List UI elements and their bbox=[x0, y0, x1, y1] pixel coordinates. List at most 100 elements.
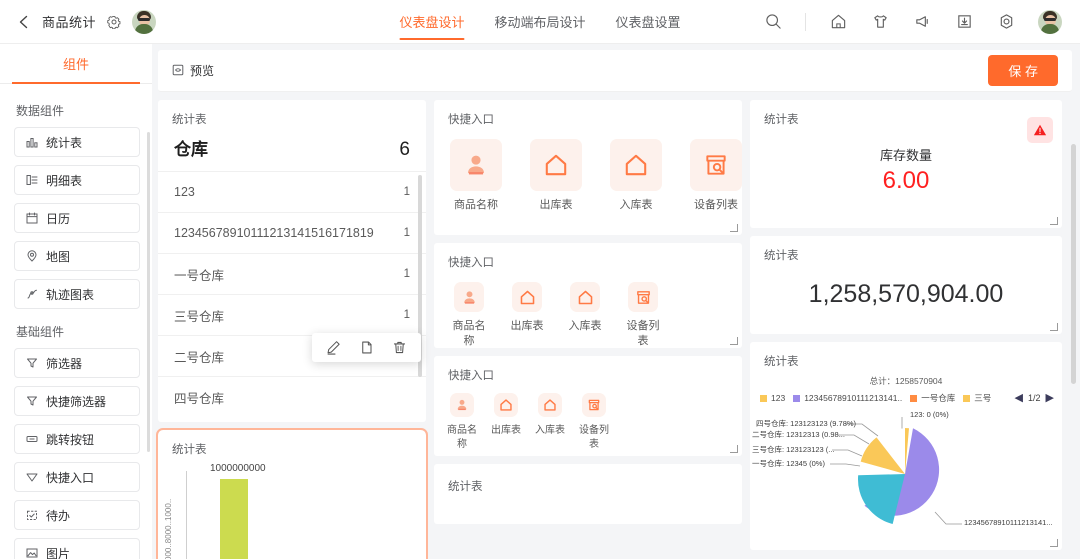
quick-entry-grid: 商品名称 出库表 入库表 设备列表 bbox=[434, 127, 742, 223]
sidebar-item-detail-table[interactable]: 明细表 bbox=[14, 165, 140, 195]
legend-item[interactable]: 123 bbox=[760, 393, 785, 403]
card-bar-chart[interactable]: 统计表 000..8000..1000.. 1000000000 bbox=[156, 428, 428, 559]
save-button[interactable]: 保 存 bbox=[988, 55, 1058, 86]
map-pin-icon bbox=[25, 250, 38, 263]
resize-handle[interactable] bbox=[730, 337, 738, 345]
warning-triangle-icon[interactable] bbox=[1027, 117, 1053, 143]
quick-entry-item[interactable]: 商品名称 bbox=[448, 282, 490, 348]
sidebar-item-jump-button[interactable]: 跳转按钮 bbox=[14, 424, 140, 454]
triangle-left-icon[interactable]: ◀ bbox=[1015, 392, 1023, 404]
download-icon[interactable] bbox=[954, 12, 974, 32]
sidebar-scroll-area: 数据组件 统计表 明细表 日历 地图 轨迹图表 基础组件 筛选器 快捷筛选器 跳… bbox=[0, 84, 152, 559]
card-pie-chart[interactable]: 统计表 总计：1258570904 123 123456789101112131… bbox=[750, 342, 1062, 550]
quick-entry-item[interactable]: 商品名称 bbox=[446, 393, 478, 451]
card-warehouse-table[interactable]: 统计表 仓库 6 123 1 1234567891011121314151617 bbox=[158, 100, 426, 422]
sidebar-item-filter[interactable]: 筛选器 bbox=[14, 348, 140, 378]
row-value: 1 bbox=[403, 186, 410, 198]
sidebar-item-label: 地图 bbox=[46, 249, 71, 264]
resize-handle[interactable] bbox=[730, 224, 738, 232]
quick-entry-item[interactable]: 商品名称 bbox=[450, 139, 502, 213]
sidebar-item-map[interactable]: 地图 bbox=[14, 241, 140, 271]
sidebar-item-quick-entry[interactable]: 快捷入口 bbox=[14, 462, 140, 492]
preview-label: 预览 bbox=[190, 64, 215, 78]
gear-icon[interactable] bbox=[106, 14, 122, 30]
sidebar-item-image[interactable]: 图片 bbox=[14, 538, 140, 559]
top-bar-right bbox=[763, 9, 1080, 34]
resize-handle[interactable] bbox=[1050, 323, 1058, 331]
legend-item[interactable]: 12345678910111213141.. bbox=[793, 393, 902, 403]
pie-slice-label: 一号仓库: 12345 (0%) bbox=[752, 459, 825, 468]
home-icon[interactable] bbox=[828, 12, 848, 32]
table-row[interactable]: 一号仓库 1 bbox=[158, 253, 426, 294]
trash-icon[interactable] bbox=[392, 340, 407, 355]
resize-handle[interactable] bbox=[730, 445, 738, 453]
project-title: 商品统计 bbox=[42, 15, 97, 30]
resize-handle[interactable] bbox=[1050, 539, 1058, 547]
quick-entry-label: 商品名称 bbox=[452, 320, 486, 347]
card-stat-stub[interactable]: 统计表 bbox=[434, 464, 742, 524]
tab-mobile-layout-design[interactable]: 移动端布局设计 bbox=[494, 0, 585, 44]
quick-entry-item[interactable]: 设备列表 bbox=[690, 139, 742, 213]
sidebar-item-stat-table[interactable]: 统计表 bbox=[14, 127, 140, 157]
quick-entry-item[interactable]: 入库表 bbox=[564, 282, 606, 348]
sidebar-tab-components[interactable]: 组件 bbox=[63, 54, 89, 73]
canvas-scrollbar[interactable] bbox=[1071, 144, 1076, 384]
person-icon bbox=[450, 393, 474, 417]
resize-handle[interactable] bbox=[1050, 217, 1058, 225]
sidebar-item-calendar[interactable]: 日历 bbox=[14, 203, 140, 233]
table-row[interactable]: 123 1 bbox=[158, 171, 426, 212]
card-quick-entry-large[interactable]: 快捷入口 商品名称 出库表 入库表 设备列表 bbox=[434, 100, 742, 235]
tab-dashboard-design[interactable]: 仪表盘设计 bbox=[399, 0, 465, 44]
table-row[interactable]: 12345678910111213141516171819 1 bbox=[158, 212, 426, 253]
column-middle: 快捷入口 商品名称 出库表 入库表 设备列表 快捷入口 商品名称 出库表 入库表… bbox=[434, 100, 742, 559]
bar-chart-data-label: 1000000000 bbox=[210, 463, 266, 474]
copy-icon[interactable] bbox=[359, 340, 374, 355]
row-name: 二号仓库 bbox=[174, 350, 225, 365]
table-row[interactable]: 四号仓库 bbox=[158, 376, 426, 417]
gear-outline-icon[interactable] bbox=[996, 12, 1016, 32]
tab-dashboard-settings[interactable]: 仪表盘设置 bbox=[616, 0, 681, 44]
quick-entry-item[interactable]: 设备列表 bbox=[622, 282, 664, 348]
sidebar-item-quick-filter[interactable]: 快捷筛选器 bbox=[14, 386, 140, 416]
filter-icon bbox=[25, 357, 38, 370]
quick-entry-grid: 商品名称 出库表 入库表 设备列表 bbox=[434, 270, 742, 348]
megaphone-icon[interactable] bbox=[912, 12, 932, 32]
row-name: 12345678910111213141516171819 bbox=[174, 226, 374, 240]
card-stat-stock[interactable]: 统计表 库存数量 6.00 bbox=[750, 100, 1062, 228]
bar-chart-plot: 000..8000..1000.. 1000000000 bbox=[158, 457, 426, 559]
avatar[interactable] bbox=[132, 9, 157, 34]
quick-entry-item[interactable]: 入库表 bbox=[534, 393, 566, 451]
calendar-icon bbox=[25, 212, 38, 225]
card-quick-entry-small[interactable]: 快捷入口 商品名称 出库表 入库表 设备列表 bbox=[434, 356, 742, 456]
bar-chart-bar[interactable] bbox=[220, 479, 248, 559]
quick-entry-item[interactable]: 出库表 bbox=[490, 393, 522, 451]
search-icon[interactable] bbox=[763, 12, 783, 32]
quick-entry-label: 入库表 bbox=[619, 199, 653, 211]
quick-entry-label: 设备列表 bbox=[694, 199, 738, 211]
legend-swatch bbox=[910, 394, 918, 402]
row-name: 一号仓库 bbox=[174, 268, 225, 283]
quick-entry-label: 出库表 bbox=[510, 320, 544, 332]
sidebar-item-todo[interactable]: 待办 bbox=[14, 500, 140, 530]
triangle-right-icon[interactable]: ▶ bbox=[1046, 392, 1054, 404]
table-row[interactable]: 三号仓库 1 bbox=[158, 294, 426, 335]
quick-entry-item[interactable]: 出库表 bbox=[506, 282, 548, 348]
quick-entry-item[interactable]: 入库表 bbox=[610, 139, 662, 213]
todo-icon bbox=[25, 509, 38, 522]
list-detail-icon bbox=[25, 174, 38, 187]
quick-entry-item[interactable]: 设备列表 bbox=[578, 393, 610, 451]
shirt-icon[interactable] bbox=[870, 12, 890, 32]
quick-entry-item[interactable]: 出库表 bbox=[530, 139, 582, 213]
sidebar-scrollbar[interactable] bbox=[147, 132, 150, 452]
chevron-left-icon[interactable] bbox=[14, 13, 32, 31]
card-stat-amount[interactable]: 统计表 1,258,570,904.00 bbox=[750, 236, 1062, 334]
avatar-user-menu[interactable] bbox=[1038, 9, 1062, 34]
card-quick-entry-medium[interactable]: 快捷入口 商品名称 出库表 入库表 设备列表 bbox=[434, 243, 742, 348]
pencil-icon[interactable] bbox=[326, 340, 341, 355]
canvas-columns: 统计表 仓库 6 123 1 1234567891011121314151617 bbox=[152, 92, 1080, 559]
stat-body: 1,258,570,904.00 bbox=[750, 263, 1062, 325]
legend-item[interactable]: 一号仓库 bbox=[910, 392, 955, 404]
sidebar-item-trajectory-chart[interactable]: 轨迹图表 bbox=[14, 279, 140, 309]
preview-button[interactable]: 预览 bbox=[172, 62, 214, 79]
legend-item[interactable]: 三号 bbox=[963, 392, 991, 404]
